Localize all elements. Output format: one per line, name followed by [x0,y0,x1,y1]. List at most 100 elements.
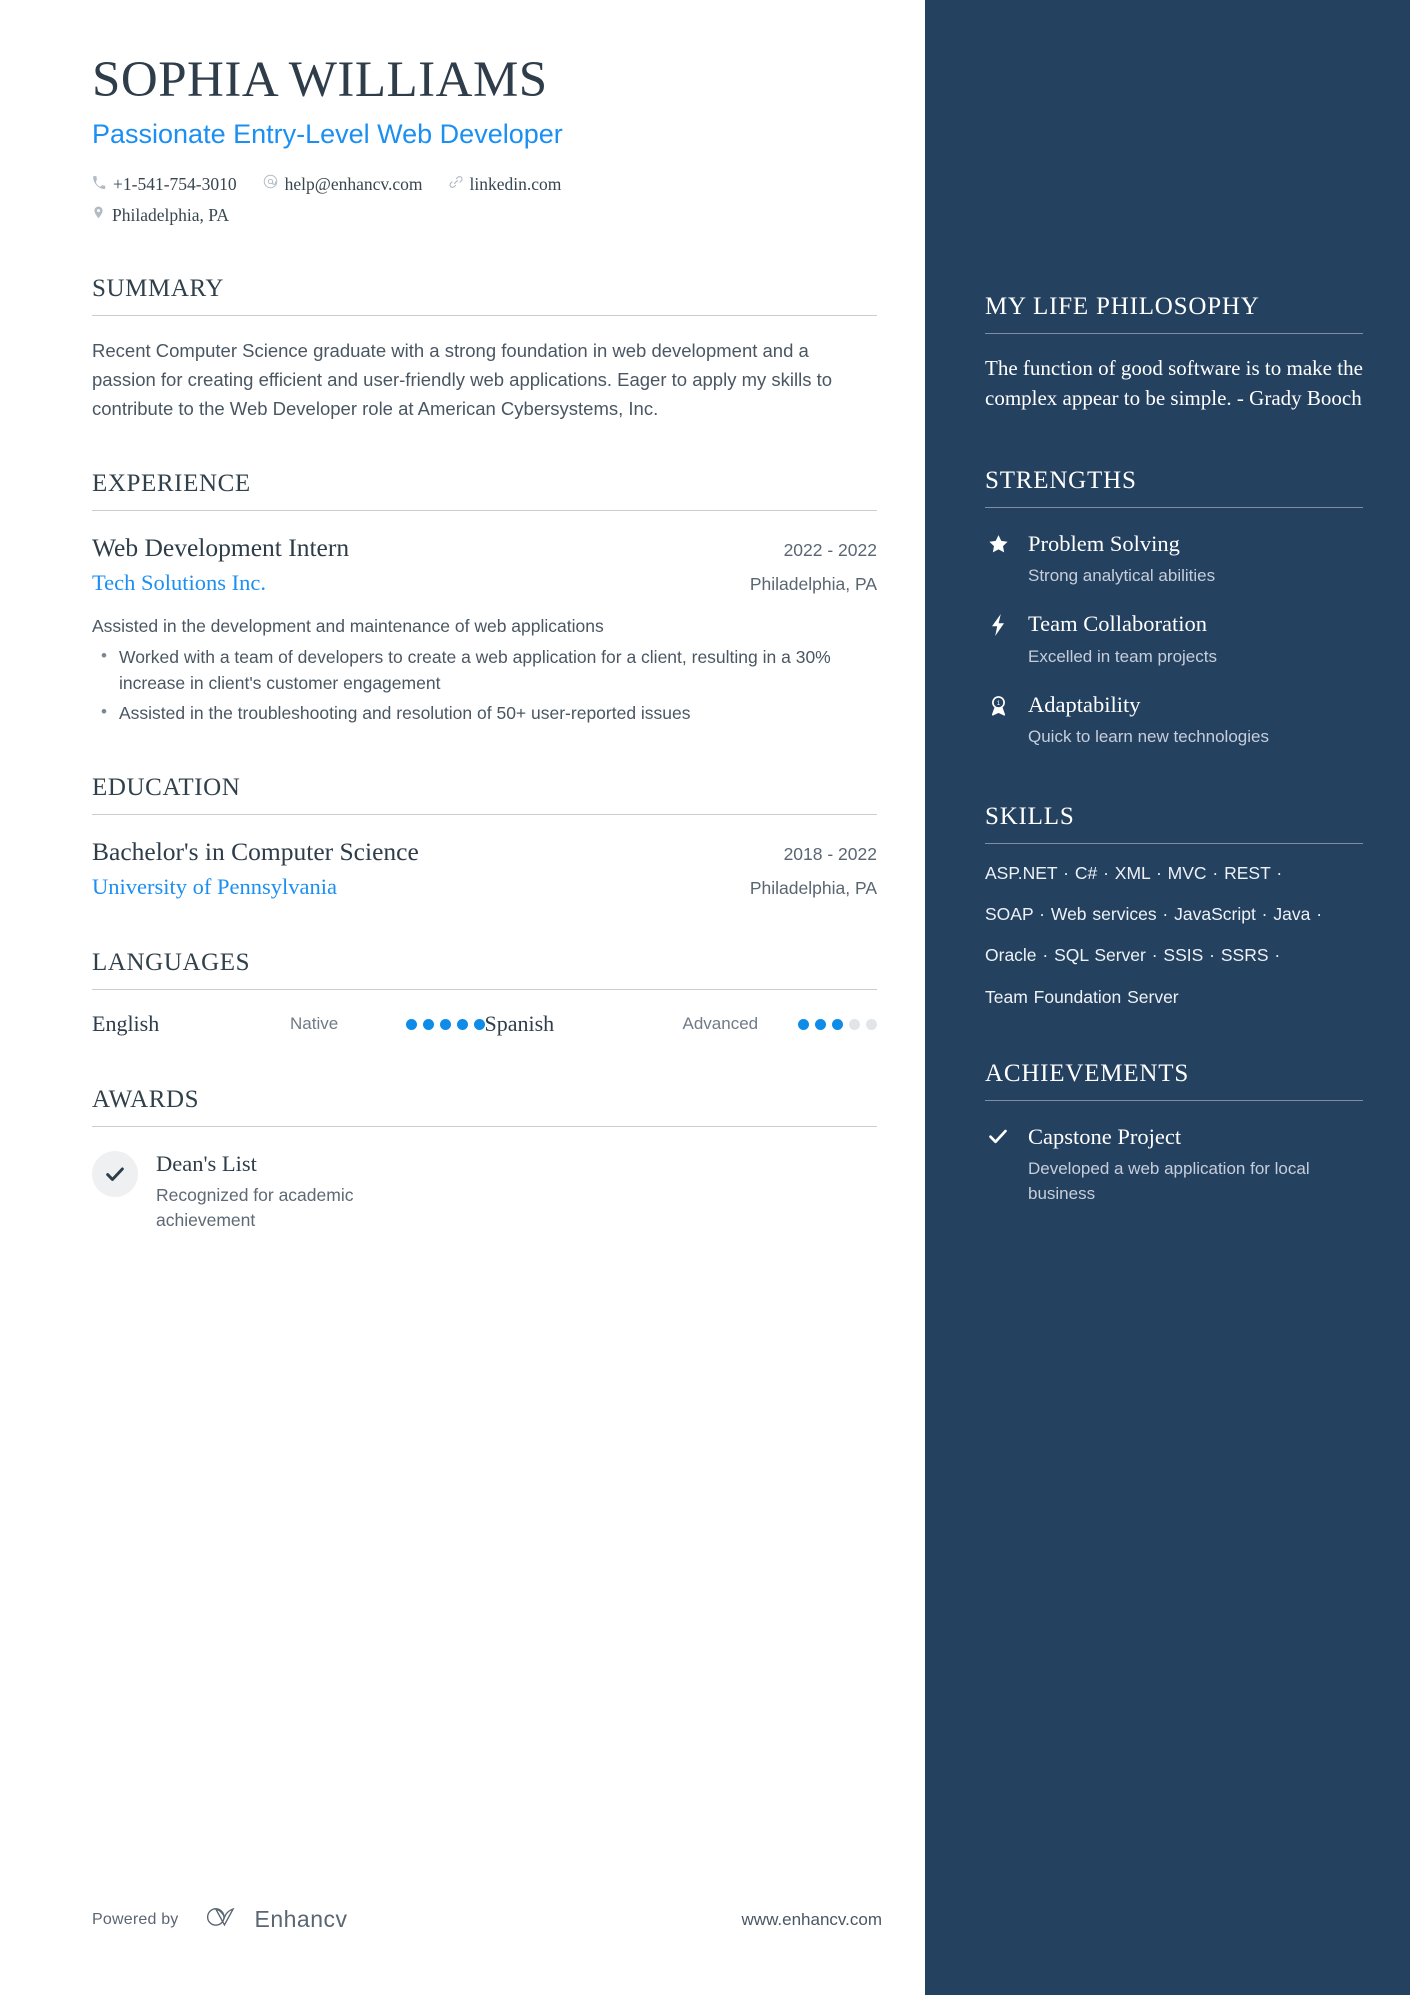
strength-item-problem-solving: Problem Solving Strong analytical abilit… [985,530,1363,589]
experience-entry-subheader: Tech Solutions Inc. Philadelphia, PA [92,564,877,598]
language-rating-dots [798,1018,877,1030]
summary-text: Recent Computer Science graduate with a … [92,340,833,420]
powered-by-label: Powered by [92,1910,179,1928]
strength-item-team-collaboration: Team Collaboration Excelled in team proj… [985,610,1363,669]
achievement-item: Capstone Project Developed a web applica… [985,1123,1363,1206]
strength-text-block: Adaptability Quick to learn new technolo… [1028,691,1269,750]
bolt-icon [985,610,1011,637]
award-description: Recognized for academic achievement [156,1185,354,1231]
section-education: EDUCATION Bachelor's in Computer Science… [92,773,877,903]
achievements-heading: ACHIEVEMENTS [985,1059,1190,1087]
experience-location: Philadelphia, PA [749,574,877,595]
experience-entry-header: Web Development Intern 2022 - 2022 [92,531,877,564]
award-name: Dean's List [156,1150,257,1176]
skill-line: SOAP · Web services · JavaScript · Java … [985,904,1323,925]
main-column: SOPHIA WILLIAMS Passionate Entry-Level W… [0,0,925,1995]
education-heading: EDUCATION [92,773,241,801]
achievement-text-block: Capstone Project Developed a web applica… [1028,1123,1363,1206]
education-entry: Bachelor's in Computer Science 2018 - 20… [92,835,877,903]
rating-dot [439,1018,451,1030]
education-divider [92,813,877,815]
resume-page: SOPHIA WILLIAMS Passionate Entry-Level W… [0,0,1410,1995]
experience-heading: EXPERIENCE [92,470,251,498]
contact-phone-text: +1-541-754-3010 [113,173,237,194]
languages-divider [92,989,877,991]
contact-info: +1-541-754-3010 help@enhancv.com linkedi… [92,171,877,229]
star-icon [985,530,1011,556]
job-title-subtitle: Passionate Entry-Level Web Developer [92,119,563,150]
section-experience: EXPERIENCE Web Development Intern 2022 -… [92,469,877,727]
skills-heading: SKILLS [985,802,1075,830]
skills-divider [985,842,1363,844]
rating-dot [456,1018,468,1030]
section-skills: SKILLS ASP.NET · C# · XML · MVC · REST ·… [985,802,1363,1007]
section-strengths: STRENGTHS Problem Solving Strong analyti… [985,466,1363,750]
section-achievements: ACHIEVEMENTS Capstone Project Developed … [985,1059,1363,1206]
section-awards: AWARDS Dean's List Recognized for academ… [92,1085,877,1234]
rating-dot [473,1018,485,1030]
svg-text:1: 1 [996,700,1000,707]
phone-icon [92,175,106,189]
strength-name: Adaptability [1028,692,1141,718]
list-item: Assisted in the troubleshooting and reso… [92,699,877,726]
experience-dates: 2022 - 2022 [783,540,877,561]
awards-heading: AWARDS [92,1085,200,1113]
strength-text-block: Problem Solving Strong analytical abilit… [1028,530,1215,589]
strength-item-adaptability: 1 Adaptability Quick to learn new techno… [985,691,1363,750]
award-item: Dean's List Recognized for academic achi… [92,1149,877,1234]
location-icon [92,205,105,220]
education-location: Philadelphia, PA [749,877,877,898]
strengths-divider [985,506,1363,508]
skill-line: Oracle · SQL Server · SSIS · SSRS · [985,945,1281,966]
skills-list: ASP.NET · C# · XML · MVC · REST · SOAP ·… [985,862,1363,1007]
strength-name: Problem Solving [1028,530,1180,556]
rating-dot [815,1018,826,1030]
language-item-english: English Native [92,1010,485,1039]
contact-location[interactable]: Philadelphia, PA [92,202,229,228]
experience-description: Assisted in the development and maintena… [92,615,604,636]
achievement-name: Capstone Project [1028,1123,1182,1149]
education-degree: Bachelor's in Computer Science [92,836,419,866]
footer: Powered by Enhancv www.enhancv.com [92,1904,882,1935]
footer-website[interactable]: www.enhancv.com [742,1910,882,1930]
achievement-description: Developed a web application for local bu… [1028,1159,1310,1203]
languages-list: English Native Spanish Advanced [92,1010,877,1039]
experience-company[interactable]: Tech Solutions Inc. [92,568,266,598]
experience-divider [92,510,877,512]
philosophy-heading: MY LIFE PHILOSOPHY [985,293,1260,320]
education-dates: 2018 - 2022 [783,843,877,864]
awards-divider [92,1125,877,1127]
contact-location-text: Philadelphia, PA [112,204,229,225]
language-level: Native [290,1014,339,1034]
contact-email[interactable]: help@enhancv.com [263,171,423,197]
education-school[interactable]: University of Pennsylvania [92,872,337,902]
enhancv-wordmark: Enhancv [254,1906,348,1932]
section-languages: LANGUAGES English Native Spanish Advance… [92,948,877,1039]
list-item: Worked with a team of developers to crea… [92,643,877,697]
language-name: Spanish [484,1011,555,1037]
strength-description: Strong analytical abilities [1028,565,1216,585]
rating-dot [405,1018,417,1030]
philosophy-divider [985,333,1363,334]
skill-line: ASP.NET · C# · XML · MVC · REST · [985,862,1283,883]
contact-phone[interactable]: +1-541-754-3010 [92,171,237,197]
award-ribbon-icon: 1 [985,691,1011,718]
skill-line: Team Foundation Server [985,986,1179,1007]
section-summary: SUMMARY Recent Computer Science graduate… [92,274,877,423]
contact-line-2: Philadelphia, PA [92,202,877,228]
rating-dot [849,1018,860,1030]
rating-dot [866,1018,877,1030]
language-level: Advanced [682,1014,759,1034]
contact-email-text: help@enhancv.com [284,173,423,194]
enhancv-brand: Enhancv [204,1904,348,1935]
language-rating-dots [405,1018,485,1030]
education-entry-header: Bachelor's in Computer Science 2018 - 20… [92,835,877,868]
strength-text-block: Team Collaboration Excelled in team proj… [1028,610,1217,669]
languages-heading: LANGUAGES [92,949,251,977]
contact-link[interactable]: linkedin.com [449,171,561,197]
strength-name: Team Collaboration [1028,611,1208,637]
page-title: SOPHIA WILLIAMS [92,52,548,108]
